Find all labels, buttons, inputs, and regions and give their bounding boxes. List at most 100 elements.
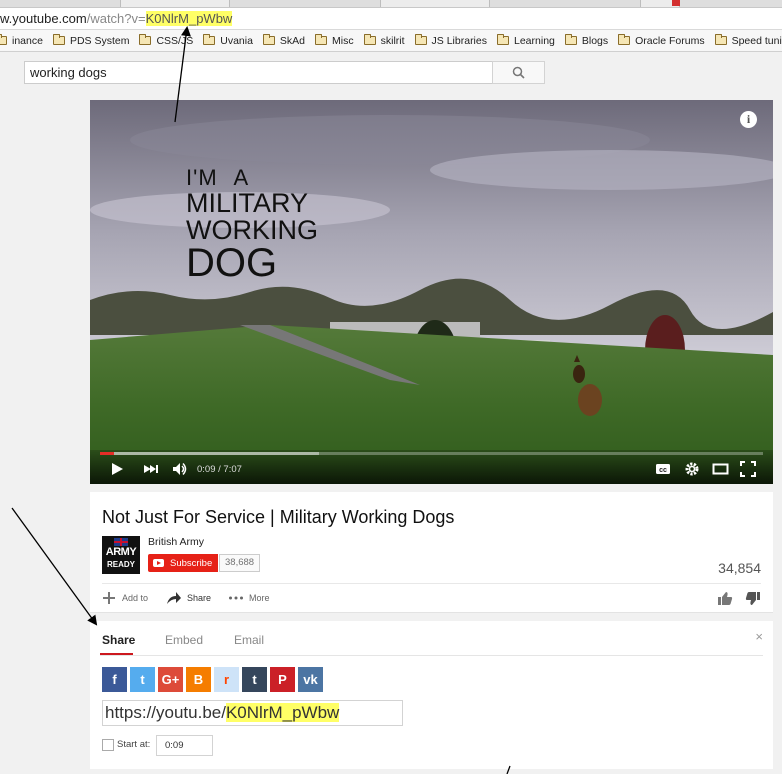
thumbs-down-icon[interactable] (745, 591, 761, 606)
bookmark-item[interactable]: Uvania (203, 34, 253, 47)
add-to-label: Add to (122, 593, 149, 603)
twitter-icon[interactable]: t (130, 667, 155, 692)
subscribe-label: Subscribe (170, 557, 213, 569)
folder-icon (618, 34, 631, 45)
bookmark-label: Misc (332, 34, 354, 47)
bookmark-label: Learning (514, 34, 555, 47)
search-icon (512, 66, 525, 79)
bookmark-item[interactable]: Misc (315, 34, 354, 47)
url-video-id: K0NlrM_pWbw (145, 11, 233, 26)
share-url-field[interactable]: https://youtu.be/K0NlrM_pWbw (102, 700, 403, 726)
subscriber-count: 38,688 (219, 554, 261, 572)
share-url-prefix: https://youtu.be/ (105, 703, 226, 722)
channel-name[interactable]: British Army (148, 536, 204, 548)
bookmark-item[interactable]: CSS/JS (139, 34, 194, 47)
bookmark-item[interactable]: Learning (497, 34, 555, 47)
tab-share[interactable]: Share (102, 633, 135, 647)
more-label: More (249, 593, 270, 603)
bookmark-label: Blogs (581, 34, 609, 47)
url-path: /watch?v= (86, 11, 146, 26)
overlay-line-2: MILITARY (186, 188, 309, 218)
blogger-icon[interactable]: B (186, 667, 211, 692)
bookmark-item[interactable]: PDS System (52, 34, 130, 47)
next-icon[interactable] (142, 461, 158, 477)
bookmark-item[interactable]: SkAd (262, 34, 305, 47)
progress-loaded (100, 452, 319, 455)
thumbs-up-icon[interactable] (717, 591, 733, 606)
tumblr-icon[interactable]: t (242, 667, 267, 692)
facebook-icon[interactable]: f (102, 667, 127, 692)
time-display: 0:09 / 7:07 (197, 464, 242, 475)
overlay-line-1: I'M A (186, 165, 250, 190)
reddit-icon[interactable]: r (214, 667, 239, 692)
divider (102, 583, 761, 584)
bookmark-item[interactable]: JS Libraries (414, 34, 487, 47)
folder-icon (714, 34, 727, 45)
info-icon[interactable]: i (740, 111, 757, 128)
browser-tab-strip (0, 0, 782, 8)
close-icon[interactable]: × (755, 629, 763, 644)
avatar-line-2: READY (106, 560, 135, 569)
folder-icon (0, 34, 7, 45)
start-at-label: Start at: (117, 739, 151, 750)
google-plus-icon[interactable]: G+ (158, 667, 183, 692)
volume-icon[interactable] (172, 461, 188, 477)
vk-icon[interactable]: vk (298, 667, 323, 692)
tab-email[interactable]: Email (234, 633, 264, 647)
share-button[interactable]: Share (166, 591, 211, 605)
bookmark-item[interactable]: Oracle Forums (618, 34, 705, 47)
tab-embed[interactable]: Embed (165, 633, 203, 647)
avatar[interactable]: ARMY READY (102, 536, 140, 574)
overlay-line-4: DOG (186, 241, 278, 285)
pinterest-icon[interactable]: P (270, 667, 295, 692)
browser-tab[interactable] (380, 0, 490, 7)
play-icon[interactable] (110, 461, 124, 477)
youtube-logo-icon (153, 559, 164, 567)
video-info-card: Not Just For Service | Military Working … (90, 492, 773, 613)
folder-icon (139, 34, 152, 45)
bookmark-item[interactable]: skilrit (363, 34, 405, 47)
theater-icon[interactable] (712, 461, 729, 477)
folder-icon (497, 34, 509, 45)
bookmarks-bar: inance PDS System CSS/JS Uvania SkAd Misc skil… (0, 30, 782, 52)
url-host: w.youtube.com (0, 11, 87, 26)
start-at-checkbox[interactable] (102, 739, 114, 751)
view-count: 34,854 (718, 560, 761, 576)
bookmark-item[interactable]: Blogs (564, 34, 609, 47)
search-input[interactable]: working dogs (24, 61, 493, 84)
more-button[interactable]: More (228, 591, 270, 605)
subscribe-button[interactable]: Subscribe (148, 554, 219, 572)
address-bar[interactable]: w.youtube.com/watch?v=K0NlrM_pWbw (0, 8, 782, 30)
bookmark-label: Uvania (220, 34, 253, 47)
plus-icon (103, 592, 115, 604)
overlay-line-3: WORKING (186, 215, 318, 245)
more-dots-icon (229, 596, 243, 600)
bookmark-item[interactable]: Speed tuning (714, 34, 782, 47)
progress-bar[interactable] (100, 452, 763, 455)
bookmark-label: JS Libraries (431, 34, 487, 47)
bookmark-label: PDS System (69, 34, 130, 47)
start-at-input[interactable]: 0:09 (156, 735, 213, 756)
svg-text:cc: cc (659, 467, 667, 474)
folder-icon (414, 34, 427, 45)
add-to-button[interactable]: Add to (102, 591, 148, 605)
avatar-line-1: ARMY (105, 546, 137, 558)
bookmark-label: CSS/JS (156, 34, 194, 47)
folder-icon (52, 34, 65, 45)
folder-icon (363, 34, 376, 45)
folder-icon (315, 34, 328, 45)
union-flag-icon (114, 538, 128, 546)
folder-icon (262, 34, 275, 45)
folder-icon (564, 34, 577, 45)
browser-tab-favicon (672, 0, 680, 6)
browser-tab[interactable] (120, 0, 230, 7)
arrow-to-share-tab (11, 507, 98, 626)
bookmark-label: inance (12, 34, 43, 47)
bookmark-label: Speed tuning (731, 34, 782, 47)
captions-icon[interactable]: cc (655, 461, 671, 477)
video-player[interactable]: I'M A MILITARY WORKING DOG i 0:09 / 7:07… (90, 100, 773, 484)
bookmark-item[interactable]: inance (0, 34, 43, 47)
fullscreen-icon[interactable] (740, 461, 756, 477)
settings-icon[interactable] (684, 461, 700, 477)
search-button[interactable] (492, 61, 545, 84)
